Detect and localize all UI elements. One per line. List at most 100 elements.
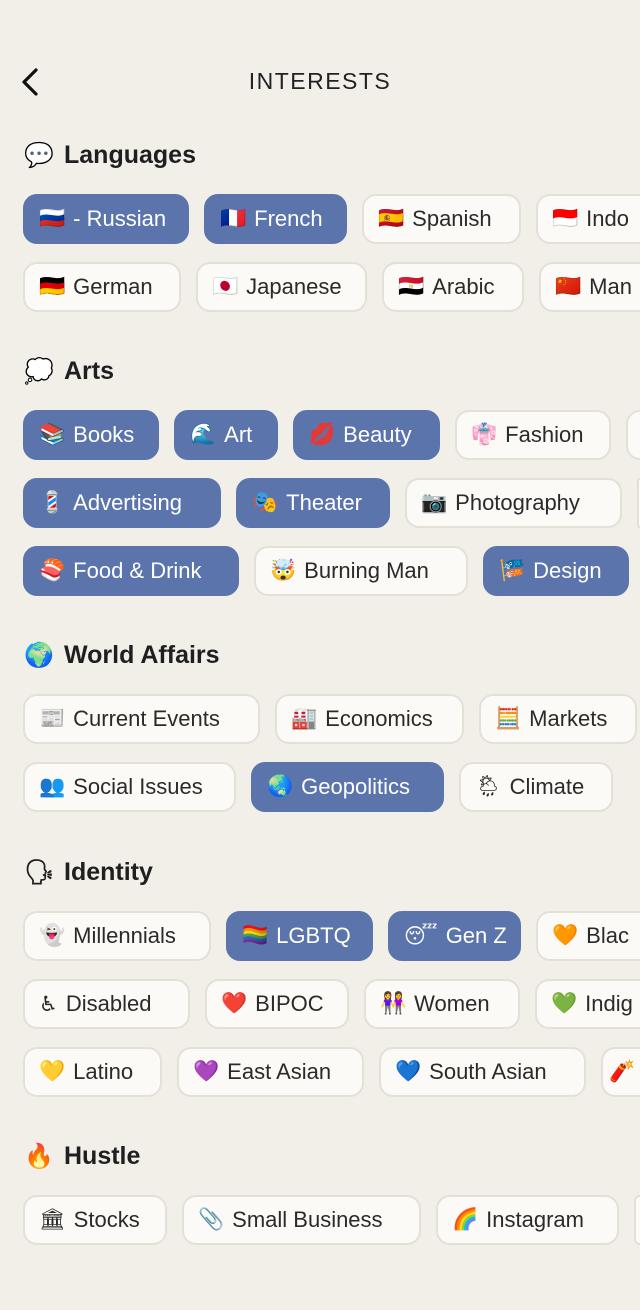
chip-label: BIPOC (255, 991, 324, 1016)
interest-chip-indo[interactable]: 🇮🇩 Indo (536, 194, 640, 244)
section-header-languages: 💬 Languages (24, 141, 196, 170)
interest-chip-art[interactable]: 🌊 Art (174, 410, 278, 460)
chip-label: Gen Z (445, 923, 507, 948)
chip-label: Fashion (505, 422, 584, 447)
chip-label: Markets (529, 706, 608, 731)
chip-label: Social Issues (73, 774, 203, 799)
chip-label: German (73, 274, 153, 299)
chip-label: Design (533, 558, 602, 583)
interest-chip[interactable] (634, 1195, 640, 1245)
chip-label: Burning Man (304, 558, 429, 583)
section-title: Arts (64, 357, 115, 385)
interest-chip[interactable]: 🧨 (601, 1047, 640, 1097)
interest-chip-women[interactable]: 👭 Women (364, 979, 520, 1029)
chip-emoji-icon: ❤️ (221, 992, 248, 1015)
chip-row: 🇩🇪 German 🇯🇵 Japanese 🇪🇬 Arabic 🇨🇳 Man (23, 262, 640, 312)
interest-chip-beauty[interactable]: 💋 Beauty (293, 410, 440, 460)
interest-chip-food-drink[interactable]: 🍣 Food & Drink (23, 546, 239, 596)
interest-chip-stocks[interactable]: 🏛 Stocks (23, 1195, 167, 1245)
interest-chip-east-asian[interactable]: 💜 East Asian (177, 1047, 364, 1097)
chip-label: Small Business (232, 1207, 383, 1232)
chip-row: 👥 Social Issues 🌏 Geopolitics 🌦 Climate (23, 762, 640, 812)
interest-chip-economics[interactable]: 🏭 Economics (275, 694, 464, 744)
interest-chip-indig[interactable]: 💚 Indig (535, 979, 640, 1029)
chip-emoji-icon: 📰 (39, 707, 66, 730)
interest-chip-climate[interactable]: 🌦 Climate (459, 762, 613, 812)
chip-label: Millennials (73, 923, 176, 948)
chip-emoji-icon: 💙 (395, 1060, 422, 1083)
chip-emoji-icon: 🇯🇵 (212, 275, 239, 298)
interest-chip-latino[interactable]: 💛 Latino (23, 1047, 162, 1097)
chip-emoji-icon: 📎 (198, 1208, 225, 1231)
chip-label: Food & Drink (73, 558, 202, 583)
interest-chip-burning-man[interactable]: 🤯 Burning Man (254, 546, 468, 596)
interest-chip-markets[interactable]: 🧮 Markets (479, 694, 637, 744)
interest-chip-disabled[interactable]: ♿ Disabled (23, 979, 190, 1029)
chip-label: Spanish (412, 206, 492, 231)
chip-label: Books (73, 422, 135, 447)
interest-chip-instagram[interactable]: 🌈 Instagram (436, 1195, 619, 1245)
interest-chip-blac[interactable]: 🧡 Blac (536, 911, 640, 961)
interest-chip-millennials[interactable]: 👻 Millennials (23, 911, 211, 961)
section-emoji-icon: 🌍 (24, 642, 54, 669)
chip-label: Climate (509, 774, 585, 799)
chip-label: Japanese (246, 274, 342, 299)
interest-chip-russian[interactable]: 🇷🇺 - Russian (23, 194, 189, 244)
chip-emoji-icon: 🎏 (499, 559, 526, 582)
chip-label: East Asian (227, 1059, 332, 1084)
chip-label: Theater (286, 490, 362, 515)
interest-chip-books[interactable]: 📚 Books (23, 410, 159, 460)
chip-label: Women (414, 991, 490, 1016)
interest-chip[interactable] (626, 410, 640, 460)
interest-chip-current-events[interactable]: 📰 Current Events (23, 694, 260, 744)
chip-label: Art (224, 422, 253, 447)
interest-chip-design[interactable]: 🎏 Design (483, 546, 629, 596)
interest-chip-south-asian[interactable]: 💙 South Asian (379, 1047, 586, 1097)
chip-label: South Asian (429, 1059, 547, 1084)
interest-chip-spanish[interactable]: 🇪🇸 Spanish (362, 194, 521, 244)
interest-chip-german[interactable]: 🇩🇪 German (23, 262, 181, 312)
chip-emoji-icon: 🏭 (291, 707, 318, 730)
interest-chip-bipoc[interactable]: ❤️ BIPOC (205, 979, 349, 1029)
interest-chip-small-business[interactable]: 📎 Small Business (182, 1195, 421, 1245)
chip-label: Man (589, 274, 632, 299)
chip-label: Arabic (432, 274, 495, 299)
interest-chip-gen-z[interactable]: 😴 Gen Z (388, 911, 521, 961)
interest-chip-man[interactable]: 🇨🇳 Man (539, 262, 640, 312)
interest-chip-advertising[interactable]: 💈 Advertising (23, 478, 221, 528)
interest-chip-fashion[interactable]: 👘 Fashion (455, 410, 611, 460)
chip-label: Economics (325, 706, 433, 731)
chip-label: Indig (585, 991, 633, 1016)
chip-row: 📚 Books 🌊 Art 💋 Beauty 👘 Fashion (23, 410, 640, 460)
chip-emoji-icon: 💛 (39, 1060, 66, 1083)
interest-chip-french[interactable]: 🇫🇷 French (204, 194, 347, 244)
section-header-arts: 💭 Arts (24, 357, 114, 386)
chip-emoji-icon: 🧡 (552, 924, 579, 947)
chip-emoji-icon: 🌊 (190, 423, 217, 446)
chip-emoji-icon: 🇩🇪 (39, 275, 66, 298)
chip-emoji-icon: 🌦 (475, 775, 502, 798)
chip-emoji-icon: 👻 (39, 924, 66, 947)
chip-label: Blac (586, 923, 629, 948)
chip-emoji-icon: 😴 (404, 924, 438, 948)
chip-emoji-icon: 🇪🇸 (378, 207, 405, 230)
chip-emoji-icon: 💋 (309, 423, 336, 446)
chip-row: 👻 Millennials 🏳️‍🌈 LGBTQ 😴 Gen Z 🧡 Blac (23, 911, 640, 961)
chip-label: - Russian (73, 206, 167, 231)
chip-emoji-icon: 🇨🇳 (555, 275, 582, 298)
interest-chip-photography[interactable]: 📷 Photography (405, 478, 622, 528)
chip-row: 🏛 Stocks 📎 Small Business 🌈 Instagram (23, 1195, 640, 1245)
section-emoji-icon: 💭 (24, 358, 54, 385)
chip-label: Beauty (343, 422, 412, 447)
interest-chip-arabic[interactable]: 🇪🇬 Arabic (382, 262, 524, 312)
interest-chip-social-issues[interactable]: 👥 Social Issues (23, 762, 236, 812)
interest-chip-japanese[interactable]: 🇯🇵 Japanese (196, 262, 367, 312)
interest-chip-theater[interactable]: 🎭 Theater (236, 478, 390, 528)
chip-label: Geopolitics (301, 774, 410, 799)
interest-chip-lgbtq[interactable]: 🏳️‍🌈 LGBTQ (226, 911, 373, 961)
chip-emoji-icon: 🏳️‍🌈 (242, 924, 269, 947)
chip-row: 💈 Advertising 🎭 Theater 📷 Photography (23, 478, 640, 528)
interest-chip-geopolitics[interactable]: 🌏 Geopolitics (251, 762, 444, 812)
chip-emoji-icon: 👥 (39, 775, 66, 798)
chip-emoji-icon: 🇫🇷 (220, 207, 247, 230)
